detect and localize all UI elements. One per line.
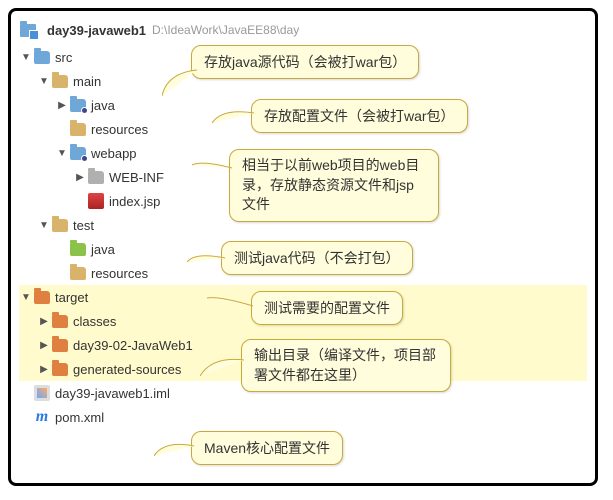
maven-file-icon: m	[33, 408, 51, 426]
tree-label: pom.xml	[55, 410, 104, 425]
tree-label: WEB-INF	[109, 170, 164, 185]
tree-label: resources	[91, 266, 148, 281]
callout-text: 测试java代码（不会打包）	[234, 250, 400, 266]
folder-icon	[51, 336, 69, 354]
callout-text: 存放java源代码（会被打war包）	[204, 54, 406, 70]
resources-folder-icon	[69, 264, 87, 282]
folder-icon	[51, 216, 69, 234]
tree-label: resources	[91, 122, 148, 137]
module-icon	[19, 21, 37, 39]
folder-icon	[51, 72, 69, 90]
project-header: day39-javaweb1 D:\IdeaWork\JavaEE88\day	[19, 21, 587, 39]
callout-text: Maven核心配置文件	[204, 440, 330, 456]
test-source-folder-icon	[69, 240, 87, 258]
folder-icon	[51, 360, 69, 378]
callout-test-resources: 测试需要的配置文件	[251, 291, 403, 325]
resources-folder-icon	[69, 120, 87, 138]
caret-right-icon[interactable]: ▶	[55, 100, 69, 111]
folder-icon	[51, 312, 69, 330]
iml-file-icon	[33, 384, 51, 402]
callout-test-java: 测试java代码（不会打包）	[221, 241, 413, 275]
folder-icon	[33, 48, 51, 66]
excluded-folder-icon	[33, 288, 51, 306]
tree-label: src	[55, 50, 72, 65]
caret-right-icon[interactable]: ▶	[37, 316, 51, 327]
project-path: D:\IdeaWork\JavaEE88\day	[152, 23, 299, 37]
tree-label: index.jsp	[109, 194, 160, 209]
caret-right-icon[interactable]: ▶	[37, 340, 51, 351]
callout-resources: 存放配置文件（会被打war包）	[251, 99, 468, 133]
callout-text: 存放配置文件（会被打war包）	[264, 108, 455, 124]
tree-label: main	[73, 74, 101, 89]
tree-label: classes	[73, 314, 116, 329]
tree-label: target	[55, 290, 88, 305]
callout-text: 输出目录（编译文件，项目部署文件都在这里）	[254, 347, 436, 383]
callout-java-src: 存放java源代码（会被打war包）	[191, 45, 419, 79]
folder-icon	[87, 168, 105, 186]
tree-label: generated-sources	[73, 362, 181, 377]
callout-webapp: 相当于以前web项目的web目录，存放静态资源文件和jsp文件	[229, 149, 439, 222]
tree-label: day39-02-JavaWeb1	[73, 338, 193, 353]
caret-down-icon[interactable]: ▼	[19, 292, 33, 303]
web-folder-icon	[69, 144, 87, 162]
project-name: day39-javaweb1	[47, 23, 146, 38]
callout-text: 相当于以前web项目的web目录，存放静态资源文件和jsp文件	[242, 157, 419, 212]
caret-right-icon[interactable]: ▶	[73, 172, 87, 183]
callout-text: 测试需要的配置文件	[264, 300, 390, 316]
tree-label: webapp	[91, 146, 137, 161]
tree-row-pom[interactable]: ▶ m pom.xml	[19, 405, 587, 429]
caret-down-icon[interactable]: ▼	[37, 220, 51, 231]
callout-pom: Maven核心配置文件	[191, 431, 343, 465]
tree-label: java	[91, 242, 115, 257]
tree-label: day39-javaweb1.iml	[55, 386, 170, 401]
callout-target: 输出目录（编译文件，项目部署文件都在这里）	[241, 339, 451, 392]
caret-down-icon[interactable]: ▼	[19, 52, 33, 63]
tree-label: java	[91, 98, 115, 113]
jsp-file-icon	[87, 192, 105, 210]
tree-label: test	[73, 218, 94, 233]
caret-down-icon[interactable]: ▼	[55, 148, 69, 159]
caret-right-icon[interactable]: ▶	[37, 364, 51, 375]
caret-down-icon[interactable]: ▼	[37, 76, 51, 87]
source-folder-icon	[69, 96, 87, 114]
